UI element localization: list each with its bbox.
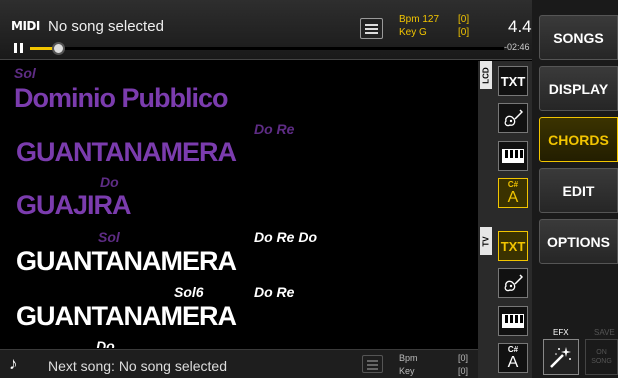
key-label: Key G	[399, 27, 427, 38]
efx-label: EFX	[553, 328, 569, 337]
top-bar: MIDI No song selected Bpm 127 Key G [0] …	[0, 0, 532, 60]
display-button[interactable]: DISPLAY	[539, 66, 618, 111]
piano-icon	[502, 149, 524, 163]
lyric-line: GUANTANAMERA	[16, 301, 237, 331]
lcd-txt-button[interactable]: TXT	[498, 66, 528, 96]
song-title[interactable]: No song selected	[48, 18, 164, 35]
piano-icon	[502, 314, 524, 328]
tv-txt-button[interactable]: TXT	[498, 231, 528, 261]
chord-label: Do	[100, 174, 119, 190]
guitar-icon	[504, 109, 523, 127]
lcd-tab[interactable]: LCD	[480, 61, 492, 89]
key-natural-label: A	[507, 354, 519, 371]
midi-logo: MIDI	[11, 19, 40, 33]
bottom-bar: ♪ Next song: No song selected Bpm Key [0…	[0, 349, 478, 378]
lyric-line: GUANTANAMERA	[16, 137, 237, 167]
progress-bar[interactable]	[30, 42, 504, 55]
tv-tab[interactable]: TV	[480, 227, 492, 255]
on-song-line1: ON	[596, 349, 607, 356]
tv-guitar-button[interactable]	[498, 268, 528, 298]
tempo-key-info[interactable]: Bpm 127 Key G	[399, 13, 439, 39]
chord-label: Do	[96, 338, 115, 348]
music-note-icon: ♪	[9, 354, 18, 373]
chord-label: Sol	[98, 229, 120, 245]
lcd-guitar-button[interactable]	[498, 103, 528, 133]
chord-label: Do Re	[254, 284, 295, 300]
time-remaining: -02:46	[504, 42, 530, 52]
key-offset: [0]	[458, 27, 470, 38]
key-natural-label: A	[507, 189, 519, 206]
tv-piano-button[interactable]	[498, 306, 528, 336]
edit-button[interactable]: EDIT	[539, 168, 618, 213]
next-song-label[interactable]: Next song: No song selected	[48, 358, 227, 374]
next-list-button[interactable]	[362, 355, 383, 373]
bpm-label: Bpm 127	[399, 14, 440, 25]
progress-knob[interactable]	[52, 42, 66, 55]
options-button[interactable]: OPTIONS	[539, 219, 618, 264]
next-bpm-offset: [0]	[458, 353, 469, 363]
txt-label: TXT	[500, 73, 526, 89]
tempo-key-offsets: [0] [0]	[458, 13, 469, 39]
chord-label: Do Re Do	[254, 229, 317, 245]
magic-wand-icon	[550, 347, 571, 368]
next-bpm-label: Bpm	[399, 353, 418, 363]
on-song-line2: SONG	[591, 358, 612, 365]
songs-button[interactable]: SONGS	[539, 15, 618, 60]
chords-button[interactable]: CHORDS	[539, 117, 618, 162]
playlist-button[interactable]	[360, 18, 383, 39]
efx-button[interactable]	[543, 339, 579, 375]
save-label: SAVE	[594, 328, 615, 337]
lyric-line: GUAJIRA	[16, 190, 132, 220]
guitar-icon	[504, 274, 523, 292]
lcd-piano-button[interactable]	[498, 141, 528, 171]
time-signature: 4.4	[508, 17, 532, 36]
display-tools: LCD TXT C# A TV TXT C# A	[478, 61, 532, 378]
on-song-save-button[interactable]: ON SONG	[585, 339, 618, 375]
tv-key-button[interactable]: C# A	[498, 343, 528, 373]
next-key-label: Key	[399, 366, 415, 376]
txt-label: TXT	[500, 238, 526, 254]
lyrics-view[interactable]: Sol Dominio Pubblico Do Re GUANTANAMERA …	[0, 61, 478, 348]
chord-label: Sol6	[174, 284, 204, 300]
lyric-line: Dominio Pubblico	[14, 83, 228, 113]
pause-icon[interactable]	[14, 43, 23, 53]
next-key-offset: [0]	[458, 366, 469, 376]
chord-label: Sol	[14, 65, 36, 81]
main-nav: SONGS DISPLAY CHORDS EDIT OPTIONS EFX SA…	[532, 0, 618, 378]
lyric-line-current: GUANTANAMERA	[16, 246, 237, 276]
lcd-key-button[interactable]: C# A	[498, 178, 528, 208]
chord-label: Do Re	[254, 121, 295, 137]
bpm-offset: [0]	[458, 14, 470, 25]
